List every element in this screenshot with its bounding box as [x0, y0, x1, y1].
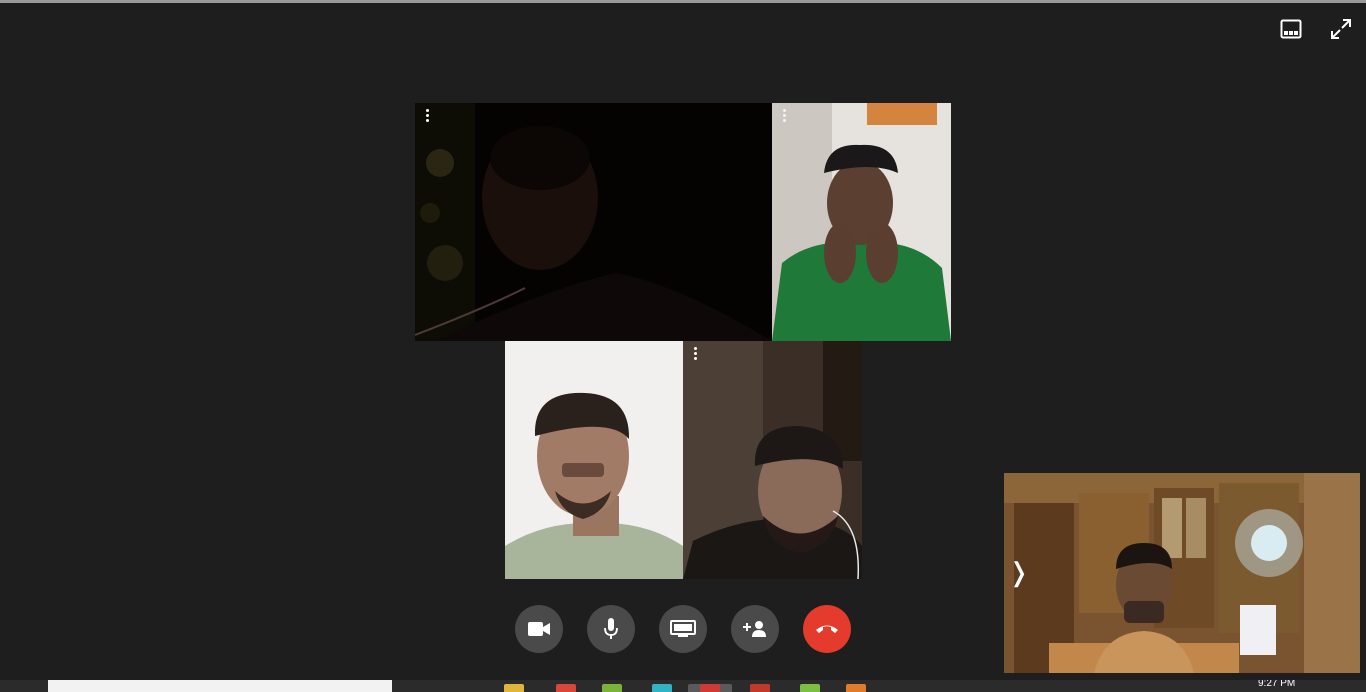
person-add-icon	[743, 621, 766, 637]
participant-3-video	[505, 341, 683, 579]
chevron-right-icon[interactable]: ❭	[1008, 559, 1030, 585]
self-view[interactable]: ❭	[1004, 473, 1360, 673]
app-icon[interactable]	[652, 684, 672, 692]
screen-share-icon	[670, 620, 696, 637]
mic-icon	[604, 618, 618, 639]
more-vert-icon[interactable]	[781, 107, 787, 125]
app-icon[interactable]	[602, 684, 622, 692]
window-top-border	[0, 0, 1366, 3]
call-end-icon	[816, 625, 838, 633]
participant-tile-2[interactable]	[772, 103, 951, 341]
participant-4-video	[683, 341, 862, 579]
more-vert-icon[interactable]	[692, 345, 698, 363]
chrome-icon[interactable]	[700, 684, 720, 692]
fullscreen-button[interactable]	[1326, 14, 1356, 44]
app-icon[interactable]	[846, 684, 866, 692]
participant-1-video	[415, 103, 772, 341]
videocam-icon	[528, 622, 550, 636]
present-screen-button[interactable]	[659, 605, 707, 653]
taskbar: 9:27 PM	[0, 680, 1366, 692]
add-people-button[interactable]	[731, 605, 779, 653]
participant-2-video	[772, 103, 951, 341]
layout-button[interactable]	[1276, 14, 1306, 44]
app-icon[interactable]	[800, 684, 820, 692]
camera-button[interactable]	[515, 605, 563, 653]
app-icon[interactable]	[750, 684, 770, 692]
fullscreen-icon	[1331, 19, 1351, 39]
microphone-button[interactable]	[587, 605, 635, 653]
taskbar-search-box[interactable]	[48, 680, 392, 692]
participant-tile-3[interactable]	[505, 341, 683, 579]
participant-tile-4[interactable]	[683, 341, 862, 579]
layout-icon	[1280, 19, 1302, 39]
self-view-video	[1004, 473, 1360, 673]
app-icon[interactable]	[556, 684, 576, 692]
file-explorer-icon[interactable]	[504, 684, 524, 692]
participant-tile-1[interactable]	[415, 103, 772, 341]
more-vert-icon[interactable]	[424, 107, 430, 125]
hang-up-button[interactable]	[803, 605, 851, 653]
taskbar-clock[interactable]: 9:27 PM	[1258, 680, 1295, 689]
